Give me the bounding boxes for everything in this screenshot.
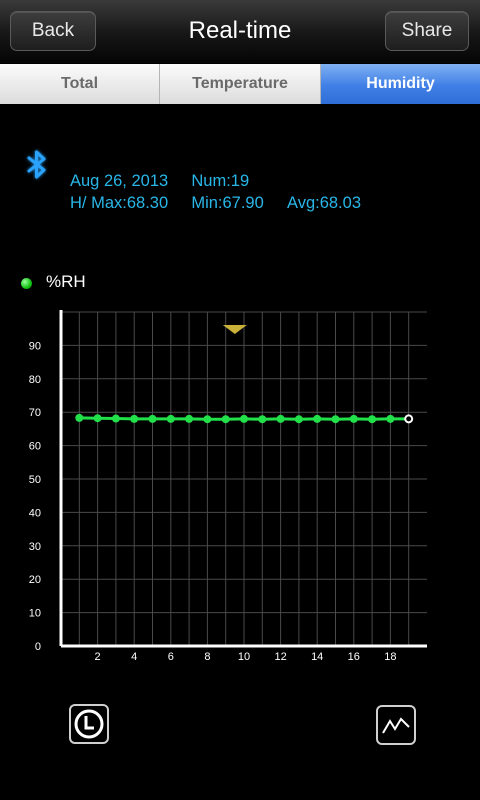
line-chart-icon (382, 717, 410, 734)
data-point (294, 415, 303, 424)
x-tick-label: 6 (168, 651, 174, 663)
x-tick-label: 2 (95, 651, 101, 663)
back-button[interactable]: Back (10, 11, 96, 51)
humidity-min: Min:67.90 (191, 194, 264, 212)
reading-count: Num:19 (191, 172, 250, 190)
data-point (203, 415, 212, 424)
bluetooth-icon (27, 150, 46, 179)
data-point (185, 414, 194, 423)
data-point (276, 414, 285, 423)
x-tick-label: 10 (238, 651, 250, 663)
y-tick-label: 30 (29, 541, 41, 553)
data-point (331, 415, 340, 424)
x-tick-label: 12 (274, 651, 286, 663)
reading-date: Aug 26, 2013 (70, 172, 169, 190)
info-line-1: Aug 26, 2013 Num:19 (70, 172, 249, 191)
y-tick-label: 0 (35, 641, 41, 653)
y-tick-label: 40 (29, 507, 41, 519)
data-point (93, 414, 102, 423)
humidity-max: H/ Max:68.30 (70, 194, 169, 212)
segmented-tabs: Total Temperature Humidity (0, 64, 480, 104)
data-point (75, 413, 84, 422)
tab-temperature[interactable]: Temperature (160, 64, 321, 104)
chart-view-button[interactable] (376, 705, 416, 745)
x-tick-label: 4 (131, 651, 137, 663)
data-point-latest (404, 414, 414, 424)
cursor-marker (222, 325, 247, 334)
y-tick-label: 60 (29, 441, 41, 453)
y-tick-label: 10 (29, 608, 41, 620)
y-tick-label: 80 (29, 374, 41, 386)
data-point (258, 415, 267, 424)
data-point (368, 415, 377, 424)
data-point (386, 414, 395, 423)
x-tick-label: 8 (204, 651, 210, 663)
navigation-bar: Back Real-time Share (0, 0, 480, 64)
tab-total[interactable]: Total (0, 64, 160, 104)
data-point (111, 414, 120, 423)
data-point (166, 414, 175, 423)
page-title: Real-time (188, 17, 292, 44)
share-button[interactable]: Share (385, 11, 469, 51)
data-point (148, 414, 157, 423)
y-tick-label: 90 (29, 340, 41, 352)
data-point (349, 414, 358, 423)
data-point (221, 415, 230, 424)
tab-humidity[interactable]: Humidity (321, 64, 480, 104)
clock-icon (74, 709, 104, 739)
y-tick-label: 50 (29, 474, 41, 486)
data-point (240, 414, 248, 423)
info-line-2: H/ Max:68.30 Min:67.90 Avg:68.03 (70, 194, 361, 213)
y-tick-label: 20 (29, 574, 41, 586)
x-tick-label: 14 (311, 651, 323, 663)
data-point (313, 414, 322, 423)
history-button[interactable] (69, 704, 109, 744)
data-point (130, 414, 139, 423)
y-tick-label: 70 (29, 407, 41, 419)
legend-label: %RH (46, 272, 86, 291)
humidity-avg: Avg:68.03 (286, 194, 361, 212)
x-tick-label: 16 (348, 651, 360, 663)
legend-dot (21, 278, 32, 289)
x-tick-label: 18 (384, 651, 396, 663)
humidity-chart[interactable]: 0 10 20 30 40 50 60 70 80 90 2 4 6 8 10 12 14 16 18 (0, 300, 480, 670)
